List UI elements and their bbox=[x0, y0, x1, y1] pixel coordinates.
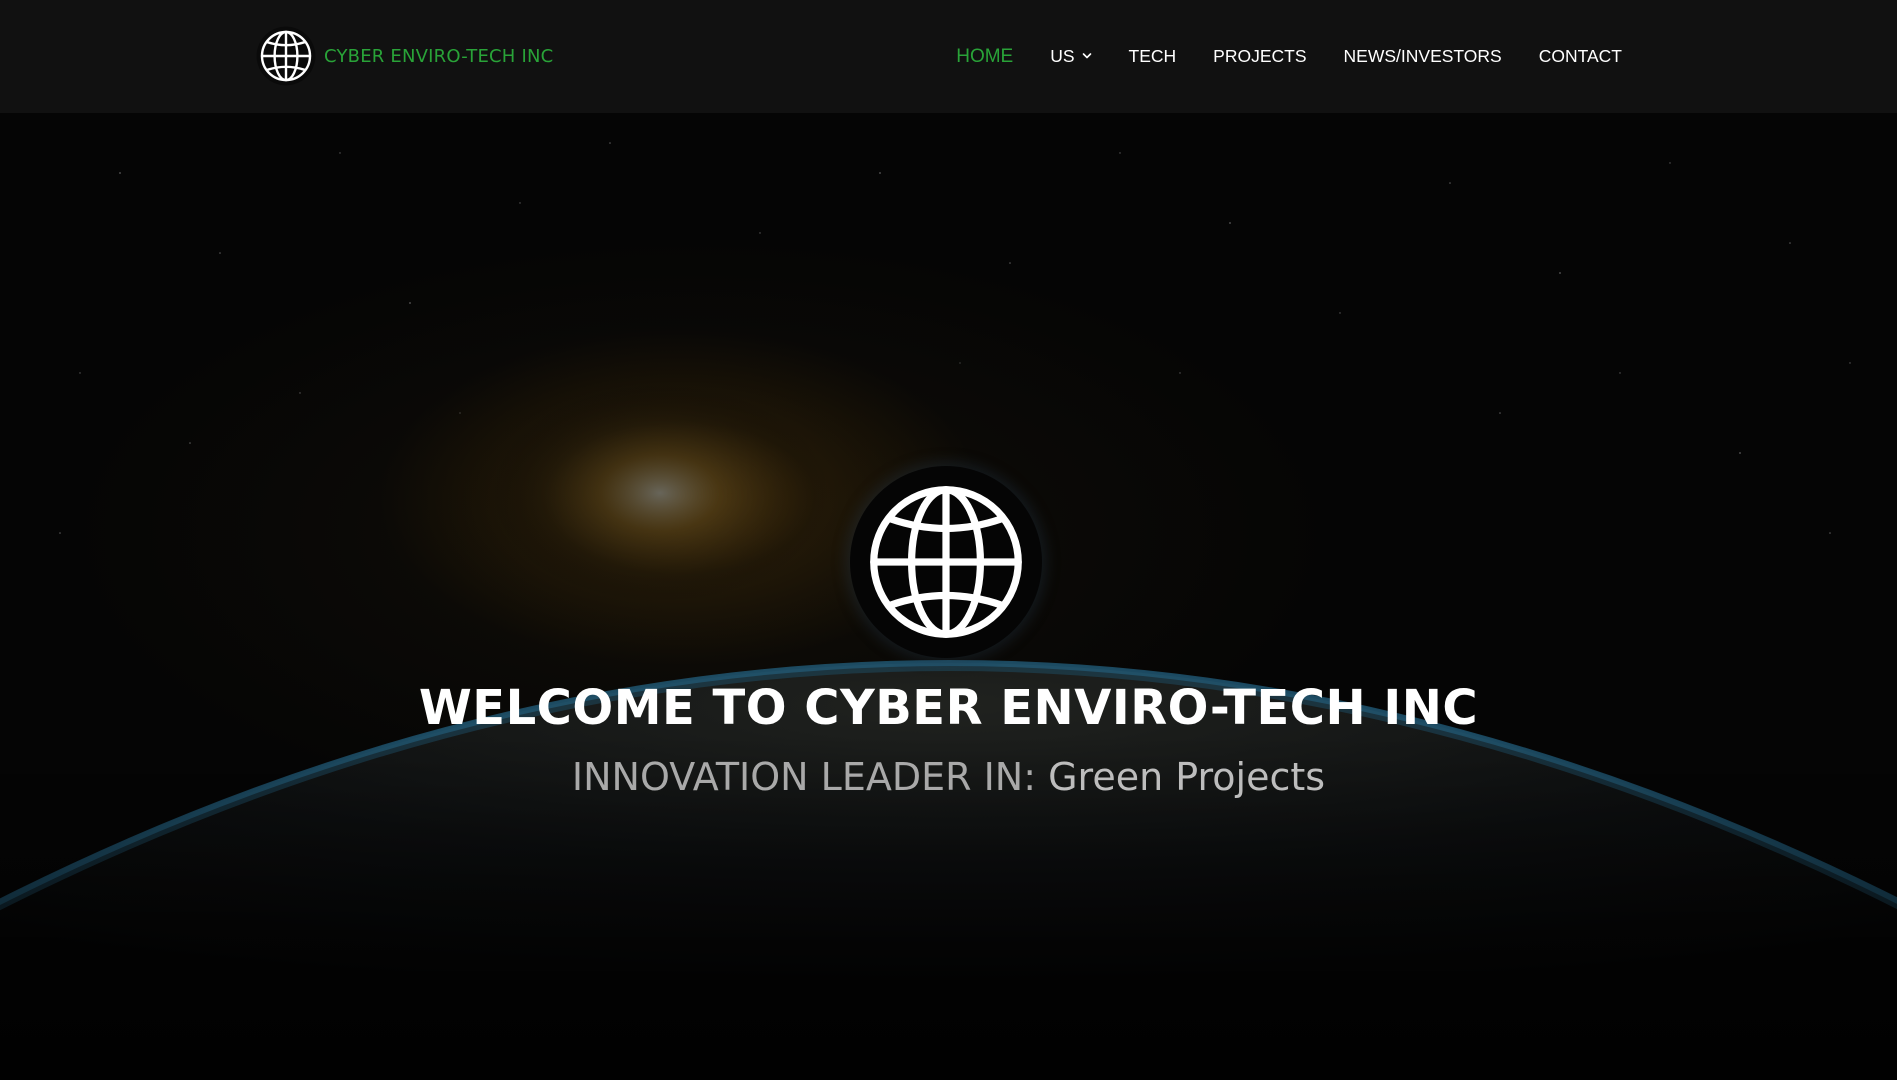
main-nav: HOME US TECH PROJECTS NEWS/INVESTORS CON… bbox=[919, 44, 1622, 68]
nav-item-us[interactable]: US bbox=[1050, 46, 1091, 67]
hero-globe-badge bbox=[850, 466, 1042, 658]
page: WELCOME TO CYBER ENVIRO-TECH INC INNOVAT… bbox=[0, 0, 1897, 1080]
chevron-down-icon bbox=[1082, 53, 1091, 59]
nav-item-us-label: US bbox=[1050, 45, 1075, 66]
nav-item-projects[interactable]: PROJECTS bbox=[1213, 46, 1306, 67]
hero-subtitle: INNOVATION LEADER IN: Green Projects bbox=[0, 755, 1897, 799]
nav-item-tech[interactable]: TECH bbox=[1129, 46, 1177, 67]
brand-name: CYBER ENVIRO-TECH INC bbox=[324, 45, 554, 67]
globe-icon bbox=[256, 26, 316, 86]
hero-subtitle-prefix: INNOVATION LEADER IN: bbox=[571, 755, 1049, 799]
nav-item-news-investors[interactable]: NEWS/INVESTORS bbox=[1344, 46, 1502, 67]
globe-icon bbox=[870, 486, 1022, 638]
nav-item-home[interactable]: HOME bbox=[956, 46, 1013, 68]
hero-section: WELCOME TO CYBER ENVIRO-TECH INC INNOVAT… bbox=[0, 113, 1897, 1080]
site-header: CYBER ENVIRO-TECH INC HOME US TECH PROJE… bbox=[0, 0, 1897, 113]
hero-title: WELCOME TO CYBER ENVIRO-TECH INC bbox=[418, 680, 1479, 736]
nav-item-contact[interactable]: CONTACT bbox=[1539, 46, 1622, 67]
brand-link[interactable]: CYBER ENVIRO-TECH INC bbox=[256, 26, 553, 86]
hero-subtitle-rotating-text: Green Projects bbox=[1048, 755, 1326, 799]
